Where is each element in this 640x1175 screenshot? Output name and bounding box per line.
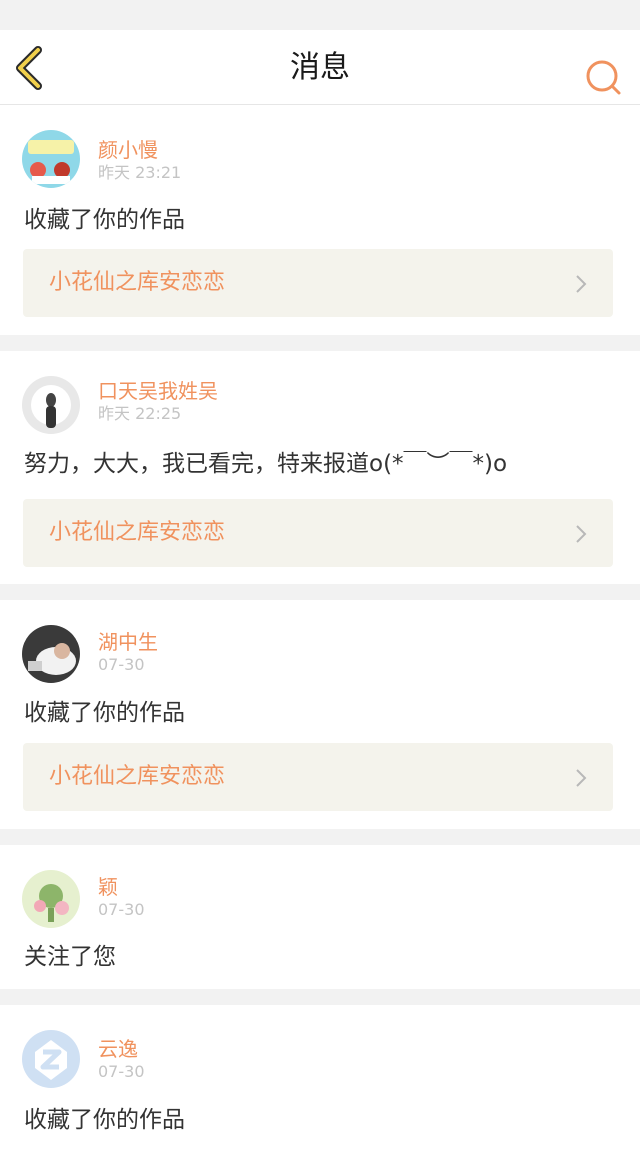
avatar[interactable]: [22, 1030, 80, 1088]
message-text: 收藏了你的作品: [24, 207, 185, 233]
message-text: 收藏了你的作品: [24, 1107, 185, 1133]
username[interactable]: 口天吴我姓吴: [98, 378, 218, 404]
timestamp: 昨天 22:25: [98, 404, 182, 423]
timestamp: 07-30: [98, 1062, 145, 1081]
timestamp: 07-30: [98, 900, 145, 919]
search-button[interactable]: [584, 58, 624, 98]
avatar[interactable]: [22, 625, 80, 683]
message-card[interactable]: 颖 07-30 关注了您: [0, 845, 640, 989]
username[interactable]: 湖中生: [98, 629, 158, 655]
chevron-right-icon: [576, 275, 587, 293]
message-card[interactable]: 湖中生 07-30 收藏了你的作品 小花仙之库安恋恋: [0, 600, 640, 829]
message-text: 关注了您: [24, 944, 116, 970]
divider: [0, 335, 640, 351]
message-card[interactable]: 颜小慢 昨天 23:21 收藏了你的作品 小花仙之库安恋恋: [0, 105, 640, 335]
divider: [0, 584, 640, 600]
username[interactable]: 云逸: [98, 1036, 138, 1062]
work-title: 小花仙之库安恋恋: [49, 270, 226, 295]
message-card[interactable]: 云逸 07-30 收藏了你的作品: [0, 1005, 640, 1175]
page-title: 消息: [290, 50, 350, 85]
chevron-right-icon: [576, 769, 587, 787]
timestamp: 07-30: [98, 655, 145, 674]
status-bar: [0, 0, 640, 30]
avatar[interactable]: [22, 870, 80, 928]
timestamp: 昨天 23:21: [98, 163, 182, 182]
username[interactable]: 颖: [98, 874, 118, 900]
work-title: 小花仙之库安恋恋: [49, 764, 226, 789]
divider: [0, 829, 640, 845]
work-link[interactable]: 小花仙之库安恋恋: [23, 499, 613, 567]
avatar[interactable]: [22, 130, 80, 188]
chevron-right-icon: [576, 525, 587, 543]
work-title: 小花仙之库安恋恋: [49, 520, 226, 545]
work-link[interactable]: 小花仙之库安恋恋: [23, 743, 613, 811]
divider: [0, 989, 640, 1005]
username[interactable]: 颜小慢: [98, 137, 158, 163]
message-list: 颜小慢 昨天 23:21 收藏了你的作品 小花仙之库安恋恋 口天吴我姓吴 昨天 …: [0, 105, 640, 1175]
work-link[interactable]: 小花仙之库安恋恋: [23, 249, 613, 317]
message-text: 努力，大大，我已看完，特来报道o(*￣︶￣*)o: [24, 451, 508, 477]
message-text: 收藏了你的作品: [24, 700, 185, 726]
message-card[interactable]: 口天吴我姓吴 昨天 22:25 努力，大大，我已看完，特来报道o(*￣︶￣*)o…: [0, 351, 640, 584]
search-icon: [586, 60, 621, 95]
nav-bar: 消息: [0, 30, 640, 105]
avatar[interactable]: [22, 376, 80, 434]
